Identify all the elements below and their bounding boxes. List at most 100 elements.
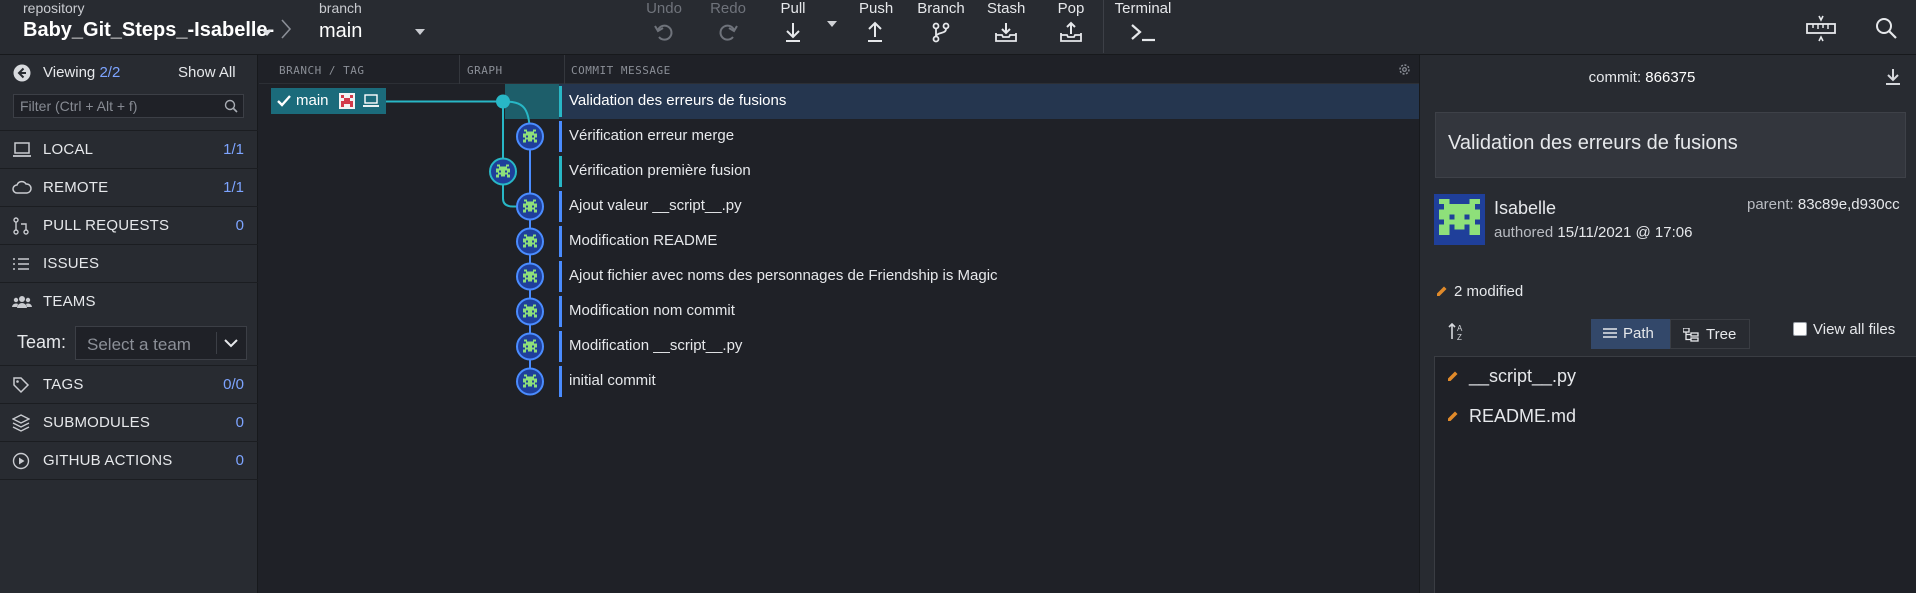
- commit-row[interactable]: initial commit: [559, 364, 1419, 399]
- team-select-placeholder: Select a team: [87, 335, 191, 354]
- sidebar-item-issues[interactable]: ISSUES: [0, 245, 258, 282]
- commit-node-avatar[interactable]: [489, 157, 517, 186]
- undo-icon: [654, 24, 673, 41]
- tape-measure-icon[interactable]: [1805, 14, 1837, 44]
- sidebar-item-count: 0: [235, 452, 244, 469]
- download-icon[interactable]: [1884, 68, 1902, 86]
- merge-commit-node[interactable]: [496, 94, 510, 109]
- filter-input[interactable]: [20, 96, 220, 116]
- commit-title-field[interactable]: Validation des erreurs de fusions: [1435, 112, 1906, 178]
- show-all-button[interactable]: Show All: [178, 64, 236, 81]
- tree-icon: [1683, 328, 1699, 342]
- search-icon: [224, 99, 238, 113]
- upload-icon: [868, 21, 882, 42]
- pull-button[interactable]: Pull: [779, 0, 807, 55]
- sidebar-item-remote[interactable]: REMOTE 1/1: [0, 169, 258, 206]
- users-icon: [12, 296, 32, 308]
- sidebar-item-tags[interactable]: TAGS 0/0: [0, 366, 258, 403]
- undo-label: Undo: [646, 0, 682, 17]
- redo-button[interactable]: Redo: [707, 0, 749, 55]
- sort-alpha-icon[interactable]: A Z: [1447, 322, 1467, 342]
- team-label: Team:: [17, 332, 67, 352]
- commit-node-avatar[interactable]: [516, 122, 544, 151]
- commit-row[interactable]: Ajout fichier avec noms des personnages …: [559, 259, 1419, 294]
- modified-summary: 2 modified: [1435, 283, 1523, 300]
- sidebar-item-count: 0: [235, 414, 244, 431]
- column-divider[interactable]: [564, 55, 565, 84]
- branch-tag-header: BRANCH / TAG: [279, 64, 365, 77]
- commit-row[interactable]: Modification README: [559, 224, 1419, 259]
- commit-row[interactable]: Ajout valeur __script__.py: [559, 189, 1419, 224]
- pop-button[interactable]: Pop: [1057, 0, 1085, 55]
- column-divider[interactable]: [459, 55, 460, 84]
- repo-label: repository: [23, 0, 85, 16]
- branch-action-label: Branch: [917, 0, 965, 17]
- commit-node-avatar[interactable]: [516, 367, 544, 396]
- file-row[interactable]: __script__.py: [1435, 358, 1916, 394]
- push-button[interactable]: Push: [859, 0, 893, 55]
- viewing-row: Viewing 2/2 Show All: [0, 55, 258, 91]
- sidebar-item-pull-requests[interactable]: PULL REQUESTS 0: [0, 207, 258, 244]
- tag-icon: [13, 377, 30, 394]
- redo-label: Redo: [710, 0, 746, 17]
- commit-row[interactable]: Validation des erreurs de fusions: [559, 84, 1419, 119]
- graph-header: GRAPH: [467, 64, 503, 77]
- commit-row[interactable]: Modification nom commit: [559, 294, 1419, 329]
- check-icon: [277, 95, 291, 107]
- commit-lane-bar: [559, 191, 562, 222]
- commit-row[interactable]: Modification __script__.py: [559, 329, 1419, 364]
- branch-name[interactable]: main: [319, 20, 362, 43]
- path-view-button[interactable]: Path: [1591, 319, 1670, 349]
- avatar-icon: [339, 93, 355, 109]
- commit-node-avatar[interactable]: [516, 227, 544, 256]
- filter-field[interactable]: [13, 94, 244, 118]
- sidebar-item-github-actions[interactable]: GITHUB ACTIONS 0: [0, 442, 258, 479]
- repo-name[interactable]: Baby_Git_Steps_-Isabelle-: [23, 19, 274, 42]
- branch-button[interactable]: Branch: [917, 0, 965, 55]
- commit-message: Ajout valeur __script__.py: [569, 197, 742, 214]
- sidebar-item-label: LOCAL: [43, 141, 94, 158]
- branch-pill-label: main: [296, 92, 329, 109]
- stash-label: Stash: [987, 0, 1026, 17]
- branch-pill-main[interactable]: main: [271, 88, 386, 114]
- commit-row[interactable]: Vérification première fusion: [559, 154, 1419, 189]
- sidebar-item-label: TEAMS: [43, 293, 96, 310]
- view-all-files-checkbox[interactable]: View all files: [1793, 321, 1895, 338]
- team-select[interactable]: Select a team: [75, 326, 247, 360]
- commit-lane-bar: [559, 156, 562, 187]
- sidebar-item-count: 0: [235, 217, 244, 234]
- parent-shas[interactable]: 83c89e,d930cc: [1798, 196, 1900, 213]
- sidebar-item-count: 0/0: [223, 376, 244, 393]
- pop-icon: [1060, 21, 1082, 42]
- sidebar-item-teams[interactable]: TEAMS: [0, 283, 258, 320]
- commit-message: Vérification erreur merge: [569, 127, 735, 144]
- checkbox[interactable]: [1793, 322, 1807, 336]
- tree-view-button[interactable]: Tree: [1670, 319, 1750, 349]
- gear-icon[interactable]: [1398, 63, 1411, 76]
- commit-node-avatar[interactable]: [516, 192, 544, 221]
- redo-icon: [719, 24, 738, 41]
- commit-sha[interactable]: 866375: [1645, 69, 1695, 86]
- sidebar-item-submodules[interactable]: SUBMODULES 0: [0, 404, 258, 441]
- pull-options-icon[interactable]: [827, 21, 837, 27]
- list-icon: [13, 258, 29, 270]
- file-name: __script__.py: [1469, 366, 1577, 386]
- stash-button[interactable]: Stash: [987, 0, 1025, 55]
- sidebar-item-count: 1/1: [223, 141, 244, 158]
- branch-dropdown-icon[interactable]: [415, 29, 425, 35]
- file-row[interactable]: README.md: [1435, 398, 1916, 434]
- viewing-text: Viewing 2/2: [43, 64, 120, 81]
- commit-node-avatar[interactable]: [516, 297, 544, 326]
- commit-lane-bar: [559, 261, 562, 292]
- laptop-icon: [13, 142, 31, 157]
- terminal-button[interactable]: Terminal: [1114, 0, 1172, 55]
- commit-id: commit: 866375: [1420, 69, 1864, 86]
- commit-node-avatar[interactable]: [516, 332, 544, 361]
- commit-row[interactable]: Vérification erreur merge: [559, 119, 1419, 154]
- repo-dropdown-icon[interactable]: [262, 30, 272, 36]
- commit-node-avatar[interactable]: [516, 262, 544, 291]
- arrow-left-circle-icon[interactable]: [13, 64, 31, 82]
- search-icon[interactable]: [1874, 16, 1898, 40]
- sidebar-item-local[interactable]: LOCAL 1/1: [0, 131, 258, 168]
- undo-button[interactable]: Undo: [643, 0, 685, 55]
